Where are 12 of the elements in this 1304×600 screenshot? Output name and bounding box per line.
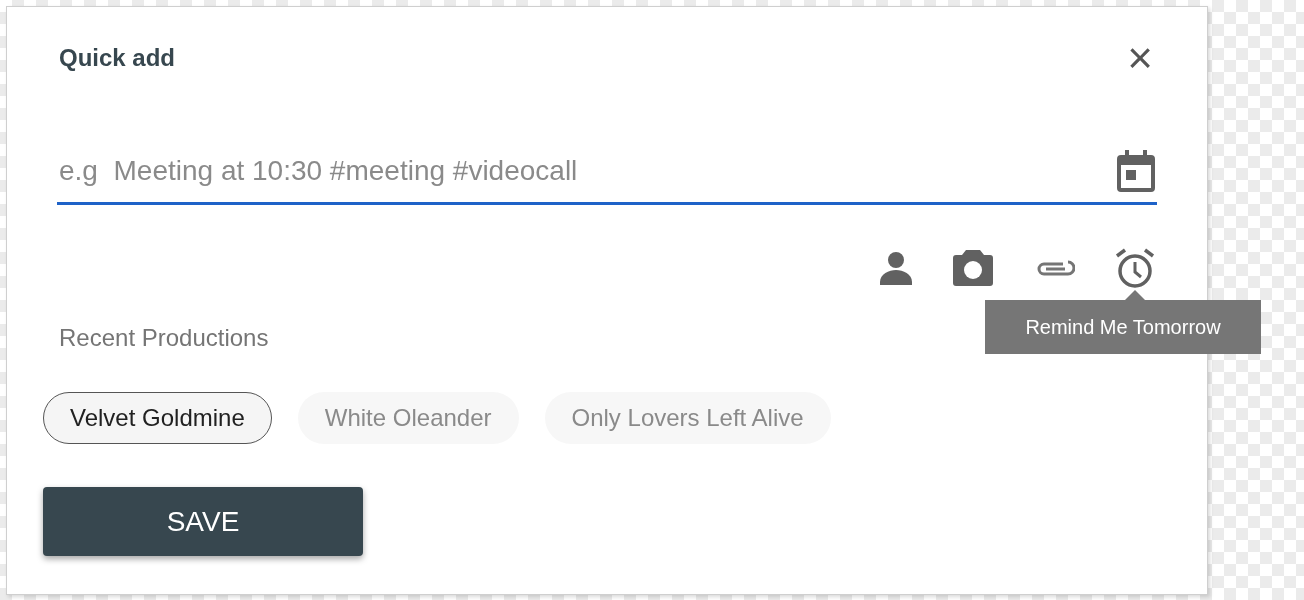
person-icon[interactable]: [879, 251, 913, 285]
save-button[interactable]: SAVE: [43, 487, 363, 556]
tooltip: Remind Me Tomorrow: [985, 300, 1261, 354]
section-heading: Recent Productions: [59, 323, 269, 353]
alarm-clock-icon[interactable]: [1115, 248, 1155, 288]
close-button[interactable]: ×: [1127, 36, 1153, 80]
input-field[interactable]: e.g Meeting at 10:30 #meeting #videocall: [57, 150, 1117, 192]
chip[interactable]: Velvet Goldmine: [43, 392, 272, 444]
tooltip-arrow: [1125, 290, 1145, 300]
calendar-icon[interactable]: [1117, 150, 1155, 192]
camera-icon[interactable]: [953, 250, 993, 286]
dialog-title: Quick add: [59, 43, 176, 73]
